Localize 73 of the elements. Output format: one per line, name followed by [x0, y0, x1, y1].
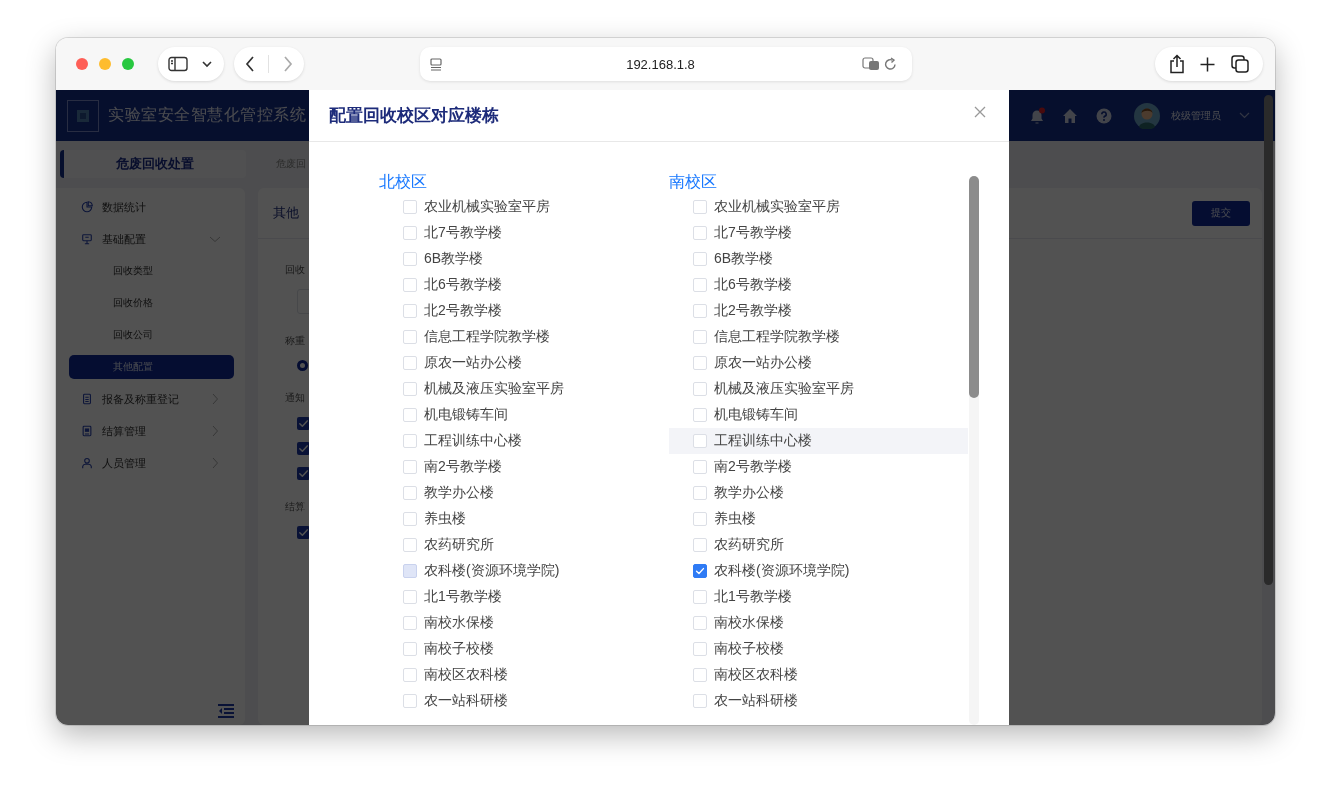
building-option[interactable]: 北7号教学楼: [669, 220, 968, 246]
home-icon[interactable]: [1062, 107, 1078, 124]
close-window-icon[interactable]: [76, 58, 88, 70]
avatar[interactable]: [1134, 102, 1160, 129]
building-option[interactable]: 原农一站办公楼: [379, 350, 669, 376]
campus-heading: 北校区: [379, 173, 427, 190]
reload-icon[interactable]: [883, 57, 897, 71]
building-option[interactable]: 农一站科研楼: [669, 688, 968, 714]
building-option[interactable]: 教学办公楼: [669, 480, 968, 506]
building-option[interactable]: 北7号教学楼: [379, 220, 669, 246]
building-option[interactable]: 北2号教学楼: [379, 298, 669, 324]
building-option[interactable]: 北1号教学楼: [669, 584, 968, 610]
translate-icon[interactable]: [861, 57, 880, 71]
sidebar-icon[interactable]: [168, 56, 188, 72]
building-option[interactable]: 农业机械实验室平房: [379, 194, 669, 220]
campus-heading: 南校区: [669, 173, 717, 190]
card-title: 其他: [273, 204, 299, 222]
building-option[interactable]: 北6号教学楼: [669, 272, 968, 298]
building-option[interactable]: 机械及液压实验室平房: [379, 376, 669, 402]
building-option[interactable]: 南校子校楼: [379, 636, 669, 662]
building-option[interactable]: 农一站科研楼: [379, 688, 669, 714]
building-option[interactable]: 北6号教学楼: [379, 272, 669, 298]
building-option[interactable]: 北2号教学楼: [669, 298, 968, 324]
building-option[interactable]: 原农一站办公楼: [669, 350, 968, 376]
pie-chart-icon: [81, 201, 93, 213]
app-title: 实验室安全智慧化管控系统: [108, 105, 306, 125]
building-option[interactable]: 农药研究所: [379, 532, 669, 558]
close-icon[interactable]: [973, 104, 987, 119]
zoom-window-icon[interactable]: [122, 58, 134, 70]
person-icon: [81, 457, 93, 469]
tabs-icon[interactable]: [1231, 55, 1250, 73]
forward-icon[interactable]: [283, 56, 294, 72]
building-option[interactable]: 农业机械实验室平房: [669, 194, 968, 220]
bell-icon[interactable]: [1028, 106, 1046, 125]
building-option[interactable]: 北1号教学楼: [379, 584, 669, 610]
building-option[interactable]: 养虫楼: [379, 506, 669, 532]
building-option[interactable]: 教学办公楼: [379, 480, 669, 506]
logo-icon: [67, 99, 99, 132]
building-option[interactable]: 信息工程学院教学楼: [379, 324, 669, 350]
scrollbar[interactable]: [969, 176, 979, 725]
dialog-title: 配置回收校区对应楼栋: [329, 105, 500, 127]
building-option[interactable]: 机械及液压实验室平房: [669, 376, 968, 402]
plus-icon[interactable]: [1200, 56, 1216, 72]
building-option[interactable]: 南校区农科楼: [379, 662, 669, 688]
building-option[interactable]: 南校水保楼: [669, 610, 968, 636]
building-option[interactable]: 南校子校楼: [669, 636, 968, 662]
building-option[interactable]: 南2号教学楼: [669, 454, 968, 480]
building-option[interactable]: 工程训练中心楼: [669, 428, 968, 454]
building-option[interactable]: 机电锻铸车间: [379, 402, 669, 428]
building-option[interactable]: 6B教学楼: [669, 246, 968, 272]
building-option[interactable]: 南校区农科楼: [669, 662, 968, 688]
building-option[interactable]: 6B教学楼: [379, 246, 669, 272]
monitor-icon: [81, 233, 93, 245]
building-option[interactable]: 信息工程学院教学楼: [669, 324, 968, 350]
page-icon: [429, 57, 442, 71]
building-option[interactable]: 南校水保楼: [379, 610, 669, 636]
collapse-menu-icon[interactable]: [218, 704, 234, 718]
building-option[interactable]: 农药研究所: [669, 532, 968, 558]
chevron-down-icon[interactable]: [202, 60, 212, 68]
building-option[interactable]: 南2号教学楼: [379, 454, 669, 480]
help-icon[interactable]: [1096, 107, 1112, 124]
building-option[interactable]: 养虫楼: [669, 506, 968, 532]
back-icon[interactable]: [244, 56, 255, 72]
scrollbar[interactable]: [1264, 95, 1273, 585]
address-bar[interactable]: 192.168.1.8: [419, 47, 912, 81]
register-icon: [81, 425, 93, 437]
share-icon[interactable]: [1168, 54, 1185, 74]
building-option[interactable]: 工程训练中心楼: [379, 428, 669, 454]
building-option[interactable]: 农科楼(资源环境学院): [669, 558, 968, 584]
building-option[interactable]: 机电锻铸车间: [669, 402, 968, 428]
minimize-window-icon[interactable]: [99, 58, 111, 70]
document-icon: [81, 393, 93, 405]
checkbox[interactable]: [693, 564, 707, 578]
